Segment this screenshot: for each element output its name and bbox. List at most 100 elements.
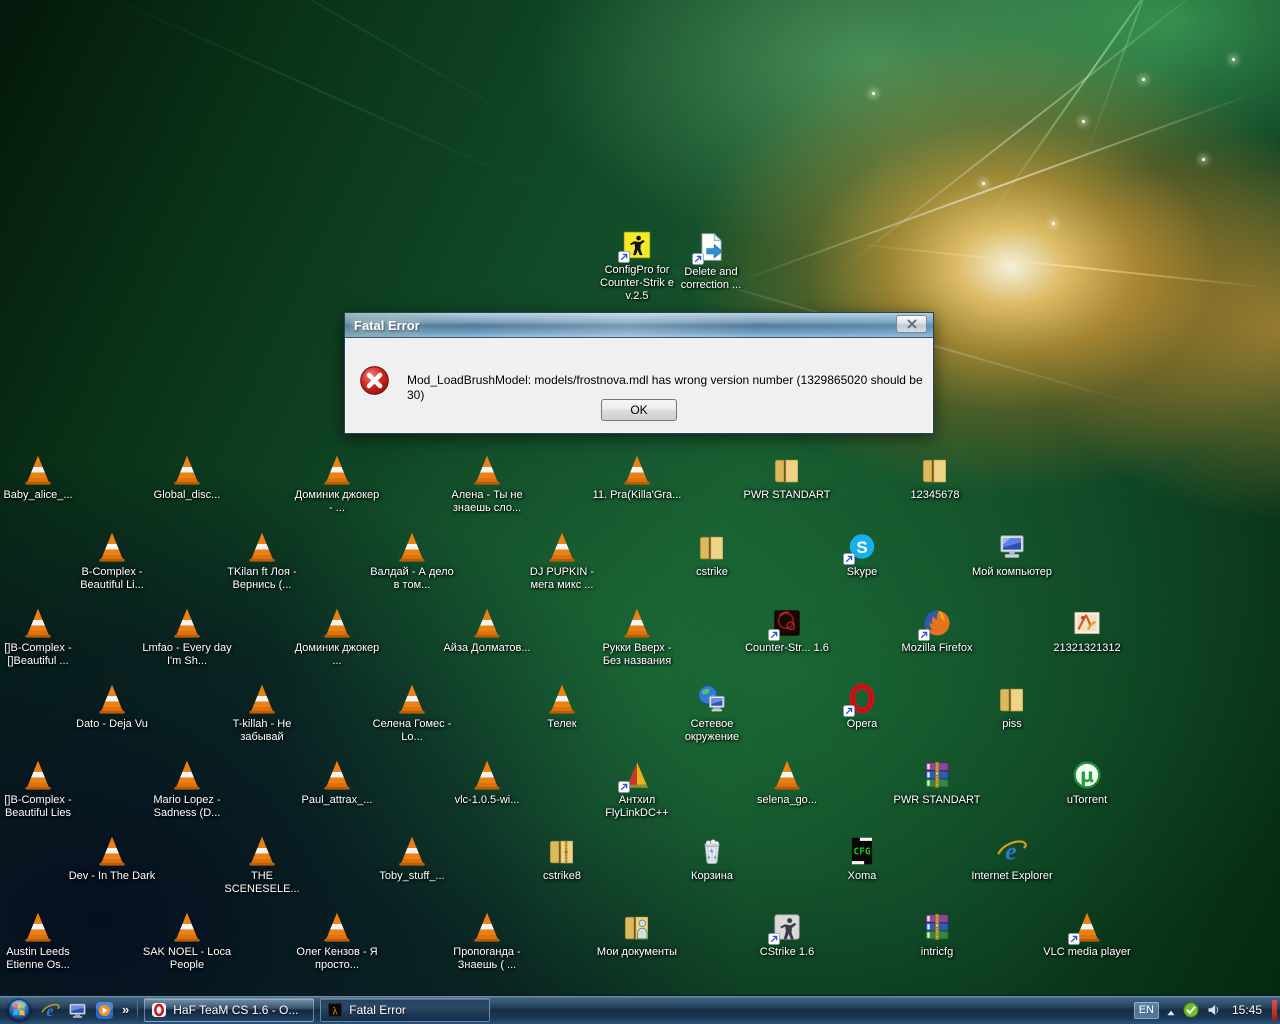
desktop-icon[interactable]: Global_disc... xyxy=(139,453,235,502)
vlc-icon xyxy=(170,758,204,792)
red-edge-fragment xyxy=(1272,1000,1277,1021)
desktop-icon[interactable]: VLC media player xyxy=(1039,910,1135,959)
desktop-icon[interactable]: Селена Гомес - Lo... xyxy=(364,682,460,744)
svg-text:CFG: CFG xyxy=(853,847,870,858)
desktop-icon[interactable]: Корзина xyxy=(664,834,760,883)
wallpaper-ray xyxy=(839,0,1211,271)
desktop-icon[interactable]: ТKilan ft Лоя - Вернись (... xyxy=(214,530,310,592)
tray-expand-icon[interactable] xyxy=(1166,1005,1176,1015)
desktop-icon[interactable]: Мои документы xyxy=(589,910,685,959)
desktop-icon[interactable]: cstrike8 xyxy=(514,834,610,883)
close-button[interactable] xyxy=(896,315,927,333)
desktop-icon[interactable]: Пропоганда - Знаешь ( ... xyxy=(439,910,535,972)
desktop-icon[interactable]: Мой компьютер xyxy=(964,530,1060,579)
desktop-icon[interactable]: Lmfao - Every day I'm Sh... xyxy=(139,606,235,668)
docsfolder-icon xyxy=(620,910,654,944)
desktop-icon[interactable]: Delete and correction ... xyxy=(663,230,759,292)
desktop-icon[interactable]: Mario Lopez - Sadness (D... xyxy=(139,758,235,820)
desktop-icon[interactable]: Dato - Deja Vu xyxy=(64,682,160,731)
desktop-icon[interactable]: B-Complex - Beautiful Li... xyxy=(64,530,160,592)
shortcut-arrow-icon xyxy=(1068,933,1080,945)
desktop-icon[interactable]: cstrike xyxy=(664,530,760,579)
desktop-icon-label: Mozilla Firefox xyxy=(902,642,973,655)
desktop-icon[interactable]: SSkype xyxy=(814,530,910,579)
desktop-icon[interactable]: []B-Complex - []Beautiful ... xyxy=(0,606,86,668)
taskbar-task-fatal-error[interactable]: λFatal Error xyxy=(320,998,490,1022)
overflow-chevron[interactable]: » xyxy=(122,1002,129,1017)
volume-icon[interactable] xyxy=(1206,1002,1222,1018)
vlc-icon xyxy=(1070,910,1104,944)
desktop-icon-label: THE SCENESELE... xyxy=(217,870,307,896)
desktop-icon[interactable]: CStrike 1.6 xyxy=(739,910,835,959)
picture-icon xyxy=(1070,606,1104,640)
desktop-icon[interactable]: Dev - In The Dark xyxy=(64,834,160,883)
wallpaper-ray xyxy=(1083,0,1187,162)
desktop-icon[interactable]: Антхил FlyLinkDC++ xyxy=(589,758,685,820)
green-check-status-icon[interactable] xyxy=(1183,1002,1199,1018)
desktop-icon[interactable]: []B-Complex - Beautiful Lies xyxy=(0,758,86,820)
wallpaper-sparkle xyxy=(1202,158,1205,161)
desktop-icon[interactable]: Opera xyxy=(814,682,910,731)
desktop-icon[interactable]: Toby_stuff_... xyxy=(364,834,460,883)
vlc-icon xyxy=(320,606,354,640)
desktop-icon[interactable]: 21321321312 xyxy=(1039,606,1135,655)
desktop-icon[interactable]: selena_go... xyxy=(739,758,835,807)
desktop-icon[interactable]: THE SCENESELE... xyxy=(214,834,310,896)
desktop-icon[interactable]: 12345678 xyxy=(887,453,983,502)
desktop-icon-label: Mario Lopez - Sadness (D... xyxy=(142,794,232,820)
desktop-icon[interactable]: vlc-1.0.5-wi... xyxy=(439,758,535,807)
desktop-icon[interactable]: Алена - Ты не знаешь сло... xyxy=(439,453,535,515)
language-indicator[interactable]: EN xyxy=(1134,1002,1159,1019)
desktop-icon[interactable]: Paul_attrax_... xyxy=(289,758,385,807)
desktop-icon[interactable]: Mozilla Firefox xyxy=(889,606,985,655)
desktop-icon[interactable]: intricfg xyxy=(889,910,985,959)
desktop-icon[interactable]: Сетевое окружение xyxy=(664,682,760,744)
desktop-icon-label: T-killah - Не забывай xyxy=(217,718,307,744)
desktop-icon-label: SAK NOEL - Loca People xyxy=(142,946,232,972)
desktop-icon[interactable]: T-killah - Не забывай xyxy=(214,682,310,744)
media-player-quicklaunch-icon[interactable] xyxy=(94,1000,115,1021)
folderzip-icon xyxy=(545,834,579,868)
desktop-icon[interactable]: Олег Кензов - Я просто... xyxy=(289,910,385,972)
ok-button[interactable]: OK xyxy=(601,399,677,421)
desktop-icon[interactable]: CFGXoma xyxy=(814,834,910,883)
desktop-icon[interactable]: DJ PUPKIN - мега микс ... xyxy=(514,530,610,592)
desktop-icon[interactable]: PWR STANDART xyxy=(889,758,985,807)
desktop-icon[interactable]: Айза Долматов... xyxy=(439,606,535,655)
csgray-icon xyxy=(770,910,804,944)
taskbar-task-opera-window[interactable]: HaF TeaM CS 1.6 - O... xyxy=(144,998,314,1022)
desktop-icon[interactable]: Валдай - А дело в том... xyxy=(364,530,460,592)
desktop-icon-label: Доминик джокер - ... xyxy=(292,489,382,515)
desktop-icon-label: 11. Pra(Killa'Gra... xyxy=(593,489,682,502)
folder-icon xyxy=(770,453,804,487)
clock[interactable]: 15:45 xyxy=(1232,1003,1262,1017)
desktop-icon[interactable]: Counter-Str... 1.6 xyxy=(739,606,835,655)
dialog-body: Mod_LoadBrushModel: models/frostnova.mdl… xyxy=(345,338,933,433)
desktop-icon[interactable]: SAK NOEL - Loca People xyxy=(139,910,235,972)
vlc-icon xyxy=(320,758,354,792)
desktop-icon[interactable]: eInternet Explorer xyxy=(964,834,1060,883)
desktop-icon-label: CStrike 1.6 xyxy=(760,946,814,959)
error-icon xyxy=(358,364,391,397)
desktop-icon[interactable]: piss xyxy=(964,682,1060,731)
desktop-icon[interactable]: 11. Pra(Killa'Gra... xyxy=(589,453,685,502)
desktop-icon-label: Dato - Deja Vu xyxy=(76,718,148,731)
desktop-icon-label: Рукки Вверх - Без названия xyxy=(592,642,682,668)
shortcut-arrow-icon xyxy=(618,251,630,263)
desktop-icon[interactable]: PWR STANDART xyxy=(739,453,835,502)
vlc-icon xyxy=(470,910,504,944)
desktop-icon[interactable]: Рукки Вверх - Без названия xyxy=(589,606,685,668)
vlc-icon xyxy=(95,682,129,716)
desktop-icon[interactable]: Доминик джокер ... xyxy=(289,606,385,668)
internet-explorer-quicklaunch-icon[interactable]: e xyxy=(40,1000,61,1021)
taskbar-divider xyxy=(137,998,138,1022)
desktop-icon[interactable]: Austin Leeds Etienne Os... xyxy=(0,910,86,972)
shortcut-arrow-icon xyxy=(768,933,780,945)
desktop-icon[interactable]: Доминик джокер - ... xyxy=(289,453,385,515)
desktop-icon[interactable]: µuTorrent xyxy=(1039,758,1135,807)
dialog-titlebar[interactable]: Fatal Error xyxy=(345,313,933,338)
start-button[interactable] xyxy=(6,997,32,1023)
show-desktop-icon[interactable] xyxy=(67,1000,88,1021)
desktop-icon[interactable]: Baby_alice_... xyxy=(0,453,86,502)
desktop-icon[interactable]: Телек xyxy=(514,682,610,731)
